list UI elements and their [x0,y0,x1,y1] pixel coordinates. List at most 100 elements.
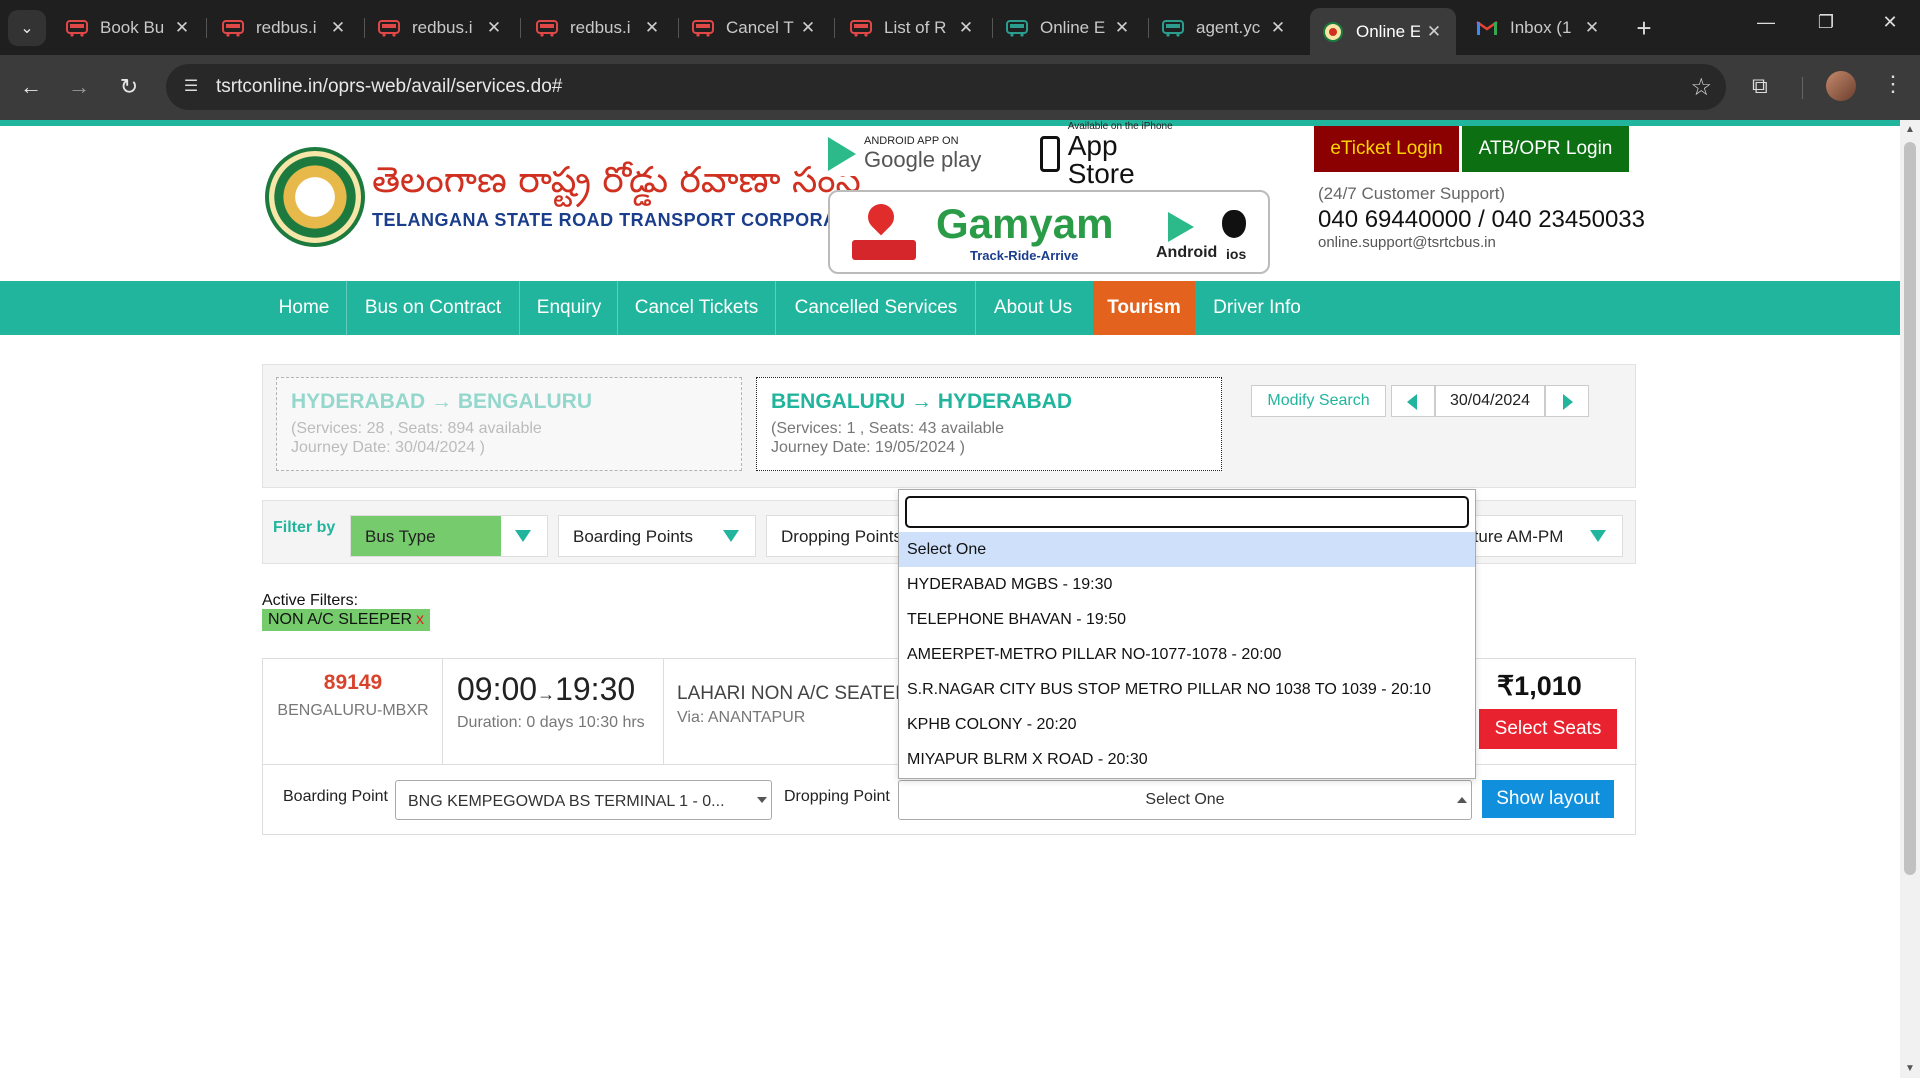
browser-tab[interactable]: redbus.i ✕ [366,8,516,48]
address-bar[interactable]: ☰ tsrtconline.in/oprs-web/avail/services… [166,64,1726,110]
dropping-point-label: Dropping Point [784,788,890,805]
dropdown-option[interactable]: KPHB COLONY - 20:20 [899,707,1475,742]
nav-tourism[interactable]: Tourism [1093,281,1195,335]
reload-button[interactable]: ↻ [114,72,144,102]
bus-icon [378,17,400,39]
bus-icon [536,17,558,39]
support-label: (24/7 Customer Support) [1318,184,1506,203]
bookmark-star-icon[interactable]: ☆ [1690,73,1712,102]
dropdown-option[interactable]: TELEPHONE BHAVAN - 19:50 [899,602,1475,637]
nav-home[interactable]: Home [264,281,344,335]
forward-button[interactable]: → [64,72,94,102]
dropping-point-select[interactable]: Select One [898,780,1472,820]
browser-tab-active[interactable]: Online E ✕ [1310,8,1456,55]
browser-tab[interactable]: agent.yc ✕ [1150,8,1300,48]
next-date-button[interactable] [1545,385,1589,417]
tab-title: Cancel T [726,18,794,37]
browser-tab[interactable]: redbus.i ✕ [524,8,674,48]
profile-avatar[interactable] [1826,71,1856,101]
tab-title: redbus.i [570,18,631,37]
nav-bus-on-contract[interactable]: Bus on Contract [348,281,518,335]
boarding-point-select[interactable]: BNG KEMPEGOWDA BS TERMINAL 1 - 0... [395,780,772,820]
dropdown-option[interactable]: HYDERABAD MGBS - 19:30 [899,567,1475,602]
onward-route-card[interactable]: HYDERABAD → BENGALURU (Services: 28 , Se… [276,377,742,471]
tab-title: Inbox (1 [1510,18,1572,37]
back-button[interactable]: ← [16,72,46,102]
gmail-icon [1476,17,1498,39]
scroll-up-icon[interactable]: ▲ [1905,124,1915,135]
bus-icon [852,240,916,260]
tab-title: agent.yc [1196,18,1261,37]
prev-date-button[interactable] [1391,385,1435,417]
browser-tab[interactable]: List of R ✕ [838,8,988,48]
site-settings-icon[interactable]: ☰ [180,76,202,98]
dropdown-option[interactable]: Select One [899,532,1475,567]
bus-type-filter[interactable]: Bus Type [350,515,548,557]
browser-menu-icon[interactable]: ⋮ [1882,71,1904,97]
dropdown-option[interactable]: AMEERPET-METRO PILLAR NO-1077-1078 - 20:… [899,637,1475,672]
close-icon[interactable]: ✕ [480,18,508,38]
restore-button[interactable]: ❐ [1802,12,1850,33]
boarding-points-filter[interactable]: Boarding Points [558,515,756,557]
nav-cancelled-services[interactable]: Cancelled Services [777,281,975,335]
caret-down-icon [515,530,531,542]
gamyam-banner[interactable]: Gamyam Track-Ride-Arrive Android ios [828,190,1270,274]
web-page: తెలంగాణ రాష్ట్ర రోడ్డు రవాణా సంస్థ TELAN… [0,120,1900,1078]
new-tab-button[interactable]: + [1626,10,1662,46]
close-window-button[interactable]: ✕ [1866,12,1914,33]
atb-opr-login-button[interactable]: ATB/OPR Login [1462,126,1629,172]
close-icon[interactable]: ✕ [168,18,196,38]
gamyam-tagline: Track-Ride-Arrive [970,248,1079,263]
android-play-icon [1168,212,1194,242]
close-icon[interactable]: ✕ [1578,18,1606,38]
browser-tab[interactable]: Online E ✕ [994,8,1144,48]
close-icon[interactable]: ✕ [794,18,822,38]
departure-time-filter[interactable]: rture AM-PM [1453,515,1623,557]
google-play-icon [828,137,856,171]
nav-about-us[interactable]: About Us [977,281,1089,335]
select-seats-button[interactable]: Select Seats [1479,709,1617,749]
nav-driver-info[interactable]: Driver Info [1197,281,1317,335]
location-pin-icon [862,198,900,236]
return-route-card[interactable]: BENGALURU → HYDERABAD (Services: 1 , Sea… [756,377,1222,471]
page-scrollbar[interactable]: ▲ ▼ [1900,120,1920,1078]
show-layout-button[interactable]: Show layout [1482,780,1614,818]
google-play-badge[interactable]: ANDROID APP ON Google play [828,132,988,176]
eticket-login-button[interactable]: eTicket Login [1314,126,1459,172]
dropdown-search-input[interactable] [905,496,1469,528]
caret-down-icon [723,530,739,542]
browser-tab[interactable]: Inbox (1 ✕ [1464,8,1614,48]
browser-tab[interactable]: Cancel T ✕ [680,8,830,48]
dropdown-option[interactable]: S.R.NAGAR CITY BUS STOP METRO PILLAR NO … [899,672,1475,707]
close-icon[interactable]: ✕ [638,18,666,38]
scrollbar-thumb[interactable] [1904,142,1916,875]
tab-search-button[interactable]: ⌄ [8,10,46,46]
close-icon[interactable]: ✕ [1108,18,1136,38]
service-duration: Duration: 0 days 10:30 hrs [457,714,645,731]
extensions-icon[interactable]: ⧉ [1752,73,1768,99]
close-icon[interactable]: ✕ [952,18,980,38]
gamyam-ios: ios [1226,246,1247,262]
support-email[interactable]: online.support@tsrtcbus.in [1318,234,1496,251]
remove-filter-icon[interactable]: x [416,611,424,628]
nav-cancel-tickets[interactable]: Cancel Tickets [619,281,774,335]
dropdown-option[interactable]: MIYAPUR BLRM X ROAD - 20:30 [899,742,1475,777]
app-store-big: App Store [1067,129,1135,189]
caret-up-icon [1457,797,1467,803]
browser-tab[interactable]: redbus.i ✕ [210,8,360,48]
close-icon[interactable]: ✕ [1420,22,1448,42]
minimize-button[interactable]: — [1742,12,1790,33]
apple-icon [1222,210,1246,238]
dropping-points-filter[interactable]: Dropping Points [766,515,906,557]
tsrtc-logo[interactable] [265,147,365,247]
app-store-badge[interactable]: Available on the iPhone App Store [1040,121,1190,187]
close-icon[interactable]: ✕ [324,18,352,38]
modify-search-button[interactable]: Modify Search [1251,385,1386,417]
tab-title: Online E [1356,21,1420,41]
service-number: 89149 [323,671,383,694]
active-filters-label: Active Filters: [262,592,359,609]
nav-enquiry[interactable]: Enquiry [521,281,617,335]
browser-tab[interactable]: Book Bu ✕ [54,8,204,48]
scroll-down-icon[interactable]: ▼ [1905,1063,1915,1074]
close-icon[interactable]: ✕ [1264,18,1292,38]
